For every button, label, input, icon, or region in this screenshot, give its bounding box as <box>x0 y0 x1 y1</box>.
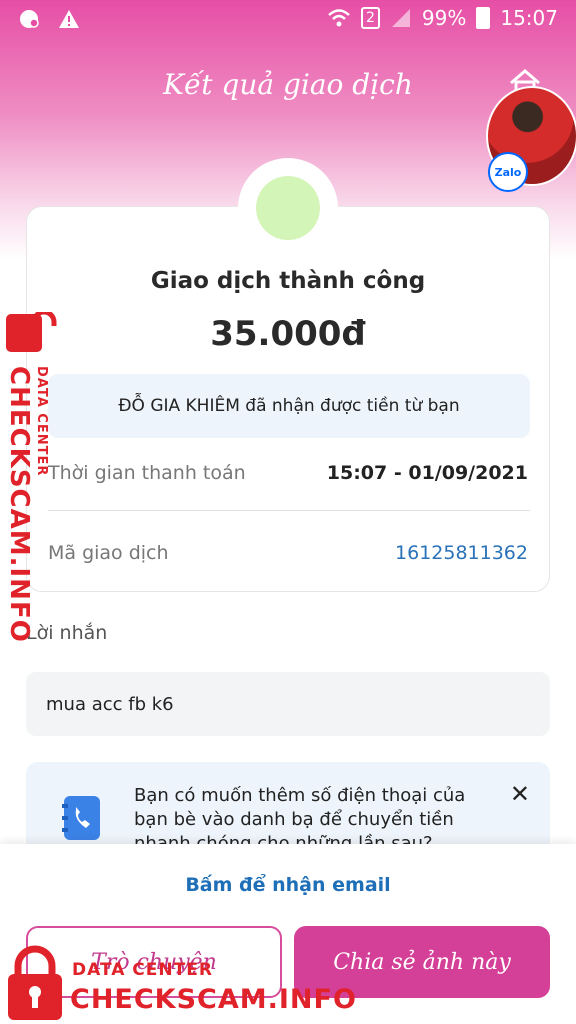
status-right: 2 99% 15:07 <box>327 6 558 30</box>
get-email-link[interactable]: Bấm để nhận email <box>0 874 576 896</box>
messenger-notification-icon <box>20 10 39 28</box>
battery-icon <box>476 7 491 29</box>
clock: 15:07 <box>500 6 558 30</box>
zalo-badge: Zalo <box>488 152 528 192</box>
payment-time-label: Thời gian thanh toán <box>48 462 246 484</box>
divider <box>48 510 530 511</box>
sim-indicator: 2 <box>360 7 380 29</box>
success-icon <box>256 176 320 240</box>
receiver-message: ĐỖ GIA KHIÊM đã nhận được tiền từ bạn <box>48 374 530 438</box>
transaction-id-label: Mã giao dịch <box>48 542 169 564</box>
note-value: mua acc fb k6 <box>26 672 550 736</box>
payment-time-value: 15:07 - 01/09/2021 <box>326 462 528 484</box>
watermark-site-vertical: CHECKSCAM.INFO <box>4 366 34 643</box>
watermark-tag-vertical: DATA CENTER <box>34 366 49 477</box>
warning-icon <box>59 10 79 28</box>
watermark-site: CHECKSCAM.INFO <box>70 984 357 1015</box>
battery-percent: 99% <box>421 6 467 30</box>
status-bar: 2 99% 15:07 <box>0 0 576 40</box>
wifi-icon <box>328 9 350 27</box>
signal-icon <box>391 9 410 27</box>
transaction-status: Giao dịch thành công <box>150 268 426 294</box>
watermark-lock-icon <box>8 945 62 1020</box>
note-label: Lời nhắn <box>26 622 108 644</box>
phonebook-icon <box>62 796 100 840</box>
watermark-tag: DATA CENTER <box>72 960 213 980</box>
transaction-amount: 35.000đ <box>210 314 366 354</box>
watermark-lock-icon <box>6 312 57 352</box>
transaction-id-value[interactable]: 16125811362 <box>395 542 528 564</box>
status-left <box>18 8 80 30</box>
page-title: Kết quả giao dịch <box>163 68 413 101</box>
close-icon[interactable]: ✕ <box>510 780 530 808</box>
